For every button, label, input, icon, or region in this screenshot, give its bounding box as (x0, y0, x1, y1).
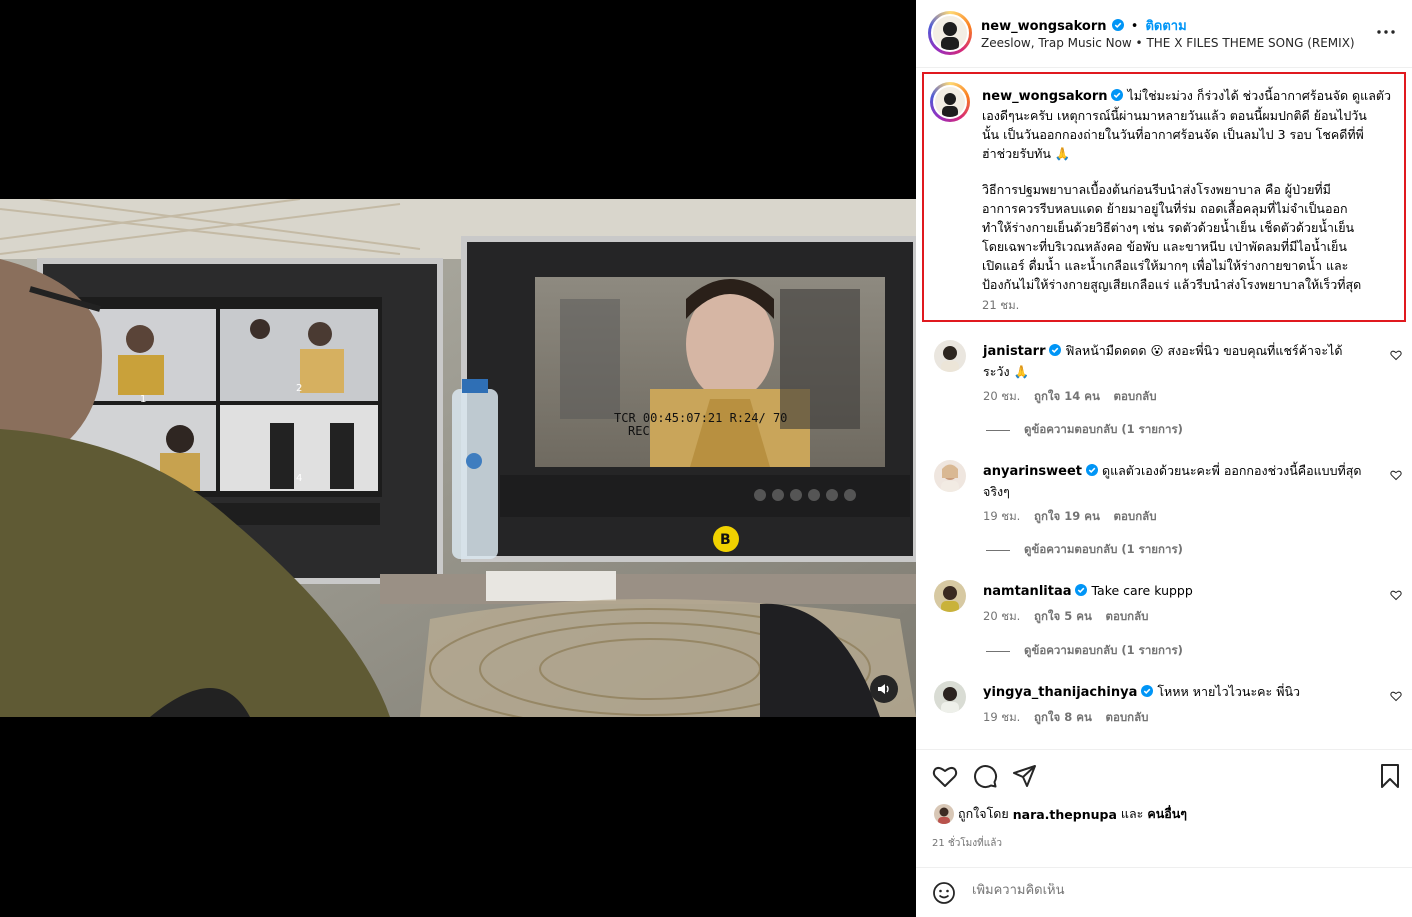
likes-summary: ถูกใจโดย nara.thepnupa และ คนอื่นๆ (934, 804, 1187, 824)
separator: • (1130, 19, 1139, 34)
comment-username[interactable]: namtanlitaa (983, 584, 1072, 599)
comment-avatar[interactable] (934, 681, 966, 713)
comment-time: 20 ชม. (983, 609, 1021, 623)
comment-likes[interactable]: ถูกใจ 19 คน (1034, 509, 1100, 523)
comment-likes[interactable]: ถูกใจ 8 คน (1034, 710, 1092, 724)
svg-text:B: B (720, 532, 731, 548)
avatar[interactable] (931, 14, 969, 52)
comment-like-icon[interactable] (1390, 469, 1402, 481)
comment-text-cont: จริงๆ (983, 484, 1010, 499)
comment-like-icon[interactable] (1390, 349, 1402, 361)
author-username[interactable]: new_wongsakorn (981, 19, 1107, 34)
quad-label-4: 4 (296, 473, 302, 484)
caption-p2-line-3: ทำให้ร่างกายเย็นด้วยวิธีต่างๆ เช่น รดตัว… (982, 220, 1355, 235)
likes-joiner: และ (1120, 806, 1144, 821)
media-pane: 1 2 4 TCR 00:45:07:21 R:24/ 70 REC B (0, 0, 916, 917)
caption-line-3: นั้น เป็นวันออกกองถ่ายในวันที่อากาศร้อนจ… (982, 127, 1364, 142)
audio-track[interactable]: Zeeslow, Trap Music Now • THE X FILES TH… (981, 36, 1355, 50)
comment-username[interactable]: yingya_thanijachinya (983, 685, 1137, 700)
video-frame-illustration: 1 2 4 TCR 00:45:07:21 R:24/ 70 REC B (0, 199, 916, 717)
caption-username[interactable]: new_wongsakorn (982, 89, 1108, 104)
view-replies-button[interactable]: ดูข้อความตอบกลับ (1 รายการ) (986, 421, 1183, 439)
mute-toggle-button[interactable] (870, 675, 898, 703)
reply-button[interactable]: ตอบกลับ (1114, 509, 1157, 523)
view-replies-label: ดูข้อความตอบกลับ (1 รายการ) (1024, 542, 1183, 556)
comment-like-icon[interactable] (1390, 690, 1402, 702)
heart-icon[interactable] (932, 763, 958, 789)
caption-line-1: ไม่ใช่มะม่วง ก็ร่วงได้ ช่วงนี้อากาศร้อนจ… (1127, 88, 1392, 103)
post-video[interactable]: 1 2 4 TCR 00:45:07:21 R:24/ 70 REC B (0, 199, 916, 717)
comment-input[interactable] (972, 883, 1372, 898)
verified-icon (1111, 89, 1124, 101)
caption-p2-line-5: เปิดแอร์ ดื่มน้ำ และน้ำเกลือแร่ให้มากๆ เ… (982, 258, 1349, 273)
view-replies-button[interactable]: ดูข้อความตอบกลับ (1 รายการ) (986, 642, 1183, 660)
liker-avatar[interactable] (934, 804, 954, 824)
reply-button[interactable]: ตอบกลับ (1106, 710, 1149, 724)
comment-username[interactable]: janistarr (983, 344, 1046, 359)
comment-text: Take care kuppp (1091, 583, 1193, 598)
caption-line-2: เองดีๆนะครับ เหตุการณ์นี้ผ่านมาหลายวันแล… (982, 108, 1367, 123)
post-time[interactable]: 21 ชั่วโมงที่แล้ว (932, 836, 1002, 851)
comment-time: 19 ชม. (983, 509, 1021, 523)
post-header: new_wongsakorn • ติดตาม Zeeslow, Trap Mu… (916, 0, 1412, 68)
comment-avatar[interactable] (934, 340, 966, 372)
post-sidebar: new_wongsakorn • ติดตาม Zeeslow, Trap Mu… (916, 0, 1412, 917)
caption-p2-line-2: อาการควรรีบหลบแดด ย้ายมาอยู่ในที่ร่ม ถอด… (982, 201, 1348, 216)
caption-p2-line-4: โดยเฉพาะที่บริเวณหลังคอ ข้อพับ และขาหนีบ… (982, 239, 1347, 254)
caption-line-4: ฮ่าช่วยรับทัน 🙏 (982, 146, 1071, 161)
comment-time: 20 ชม. (983, 389, 1021, 403)
view-replies-label: ดูข้อความตอบกลับ (1 รายการ) (1024, 422, 1183, 436)
caption-p2-line-1: วิธีการปฐมพยาบาลเบื้องต้นก่อนรีบนำส่งโรง… (982, 182, 1331, 197)
comment-avatar[interactable] (934, 580, 966, 612)
comment-username[interactable]: anyarinsweet (983, 464, 1082, 479)
quad-label-1: 1 (140, 394, 146, 405)
caption-p2-line-6: ป้องกันไม่ให้ร่างกายสูญเสียเกลือแร่ แล้ว… (982, 277, 1362, 292)
comment-like-icon[interactable] (1390, 589, 1402, 601)
verified-icon (1075, 584, 1088, 596)
caption: new_wongsakorn ไม่ใช่มะม่วง ก็ร่วงได้ ช่… (982, 86, 1391, 315)
verified-icon (1049, 344, 1062, 356)
likes-others[interactable]: คนอื่นๆ (1147, 804, 1187, 824)
comment-icon[interactable] (972, 763, 998, 789)
monitor-timecode: TCR 00:45:07:21 R:24/ 70 (614, 411, 787, 425)
monitor-rec: REC (628, 424, 650, 438)
more-horizontal-icon (1377, 30, 1395, 34)
liker-username[interactable]: nara.thepnupa (1013, 807, 1117, 822)
reply-button[interactable]: ตอบกลับ (1114, 389, 1157, 403)
quad-label-2: 2 (296, 383, 302, 394)
send-icon[interactable] (1012, 763, 1038, 789)
speaker-icon (878, 684, 889, 694)
likes-prefix: ถูกใจโดย (958, 806, 1009, 821)
comment-avatar[interactable] (934, 460, 966, 492)
verified-icon (1085, 464, 1098, 476)
caption-avatar[interactable] (933, 85, 967, 119)
more-options-button[interactable] (1376, 22, 1396, 42)
follow-button[interactable]: ติดตาม (1145, 19, 1186, 34)
comment-text: ดูแลตัวเองด้วยนะคะพี่ ออกกองช่วงนี้คือแบ… (1101, 463, 1362, 478)
caption-time: 21 ชม. (982, 298, 1020, 312)
comment-text: โหหห หายไวไวนะคะ พี่นิว (1157, 684, 1301, 699)
comment-text-cont: ระวัง 🙏 (983, 364, 1030, 379)
verified-icon (1141, 685, 1154, 697)
verified-icon (1111, 19, 1124, 31)
comment-likes[interactable]: ถูกใจ 5 คน (1034, 609, 1092, 623)
comment-likes[interactable]: ถูกใจ 14 คน (1034, 389, 1100, 403)
view-replies-button[interactable]: ดูข้อความตอบกลับ (1 รายการ) (986, 541, 1183, 559)
reply-button[interactable]: ตอบกลับ (1106, 609, 1149, 623)
view-replies-label: ดูข้อความตอบกลับ (1 รายการ) (1024, 643, 1183, 657)
add-comment-bar (916, 867, 1412, 917)
emoji-icon[interactable] (932, 881, 956, 905)
comment-time: 19 ชม. (983, 710, 1021, 724)
bookmark-icon[interactable] (1377, 763, 1403, 789)
comment-text: ฟิลหน้ามืดดดด 😮 สงอะพี่นิว ขอบคุณที่แชร์… (1065, 343, 1343, 358)
